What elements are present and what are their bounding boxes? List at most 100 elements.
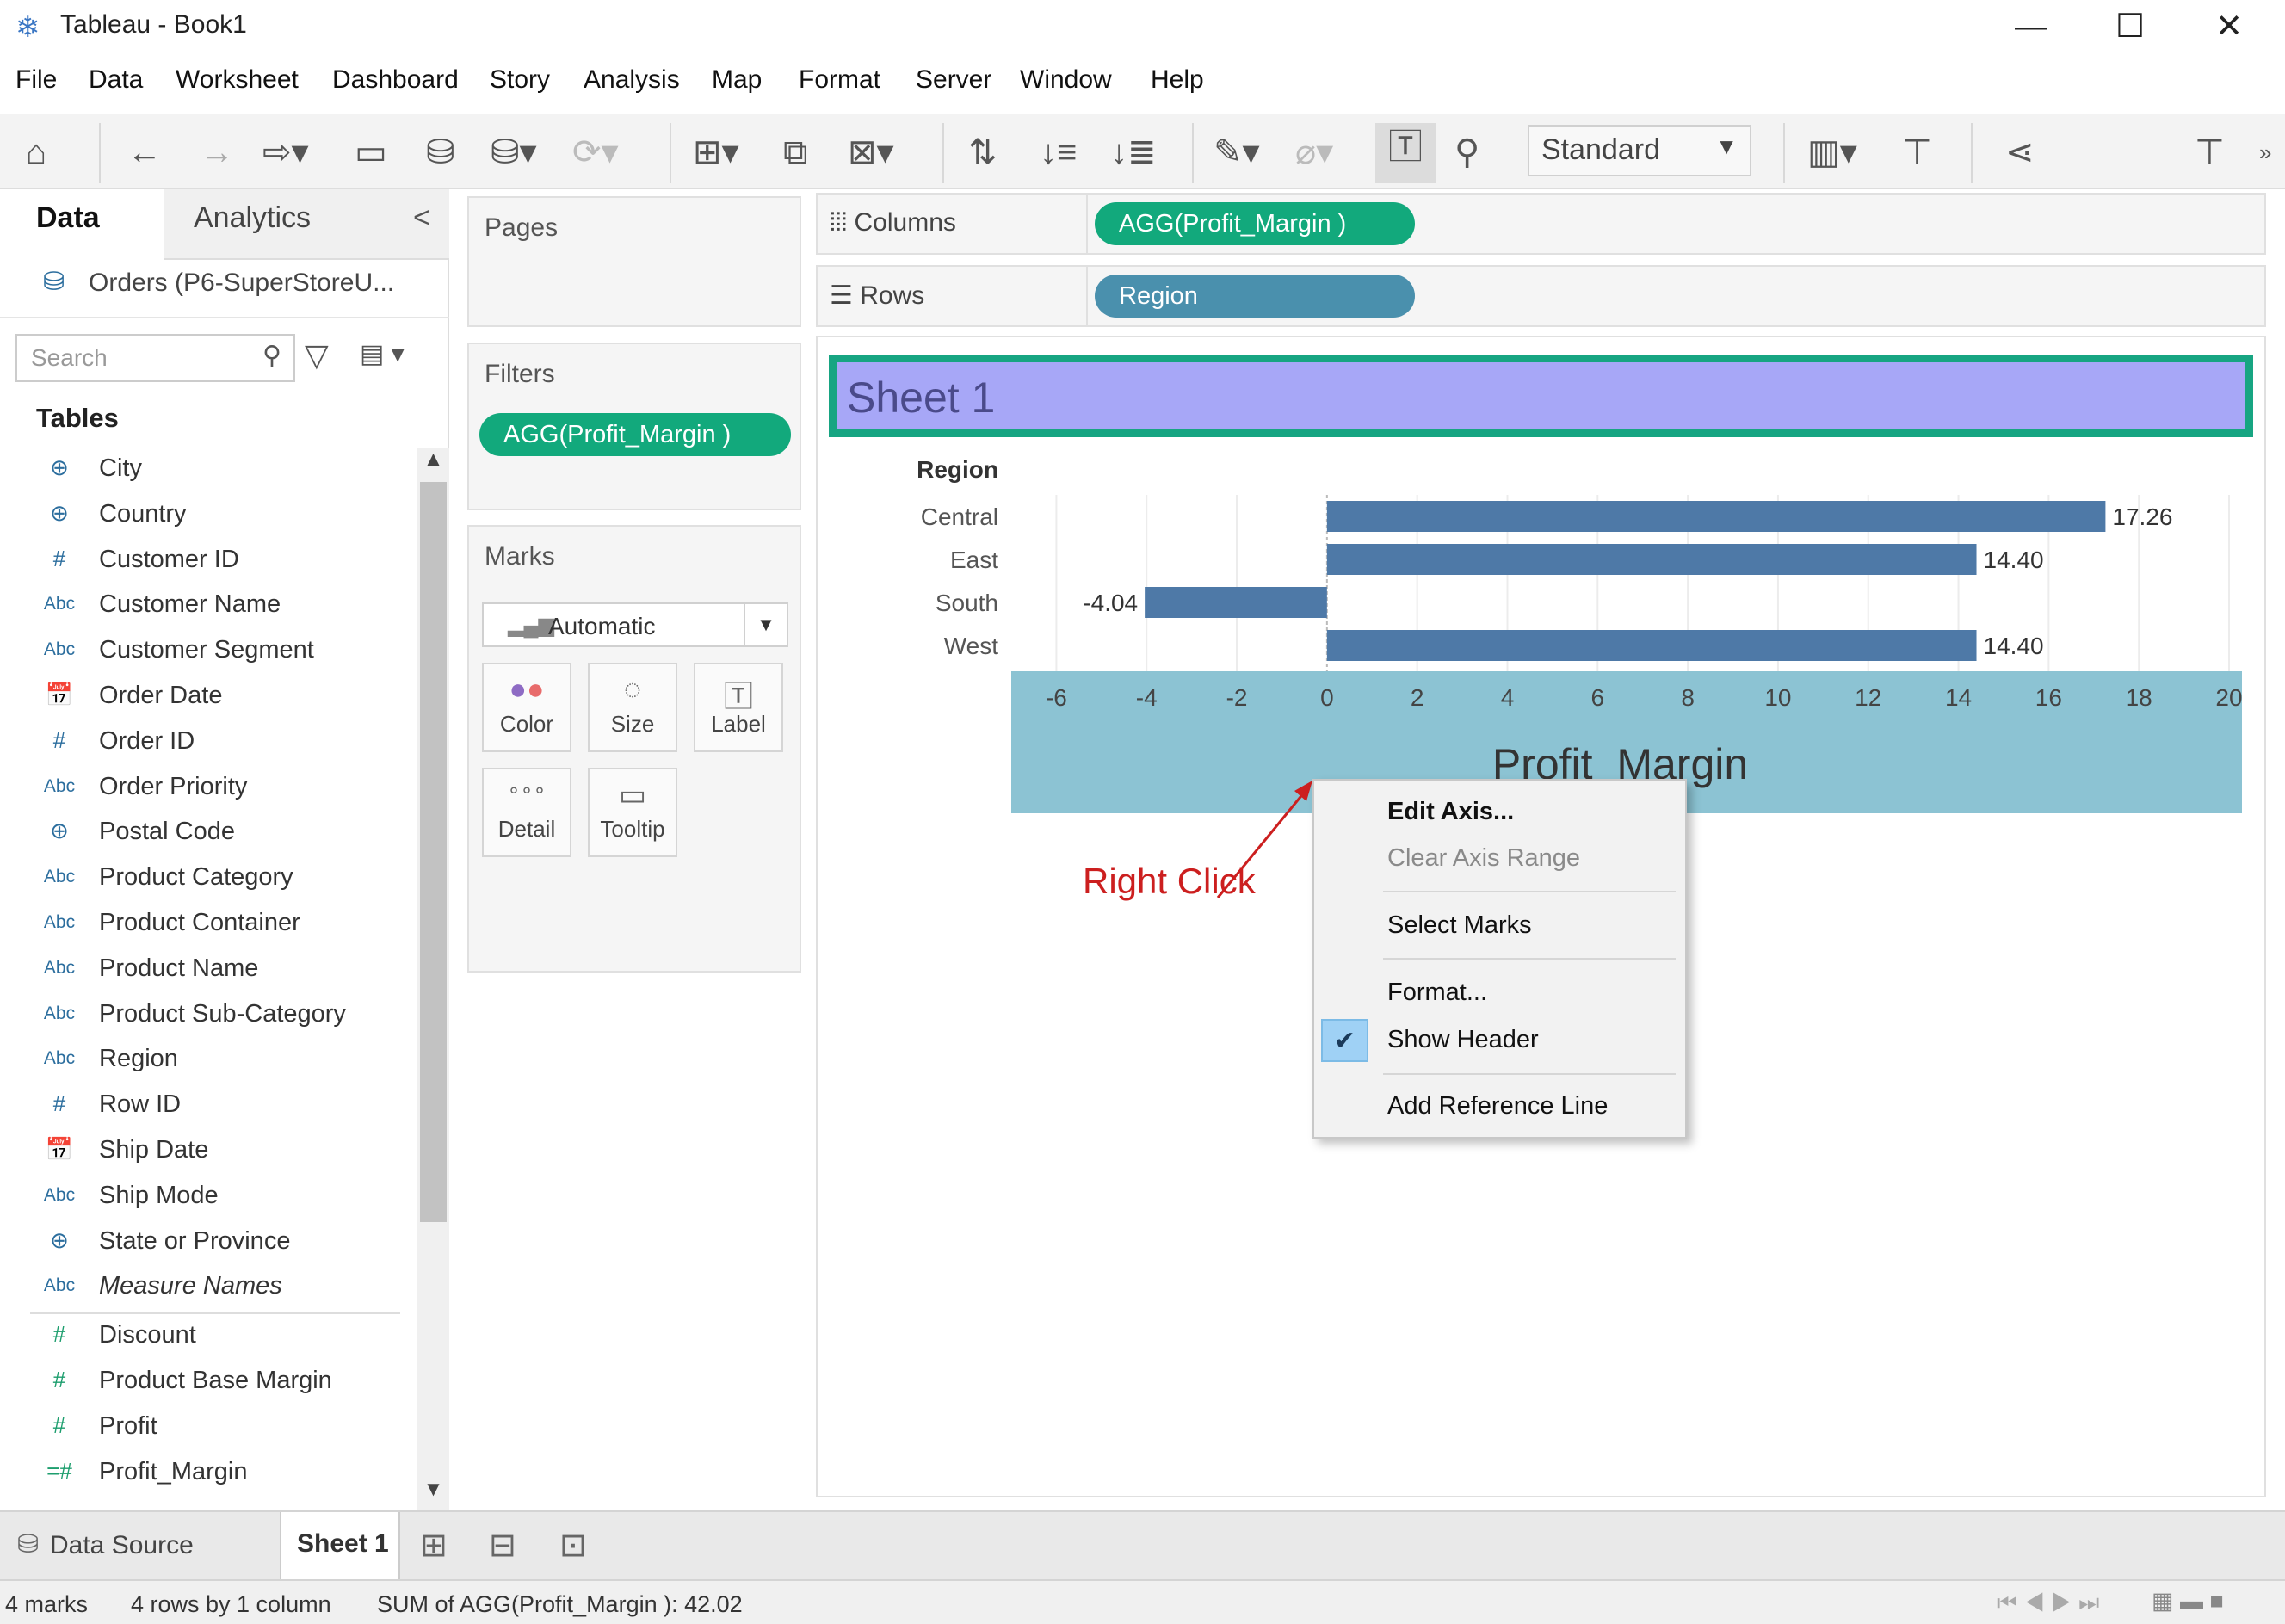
field-product-container[interactable]: Abc Product Container [0,902,405,947]
highlight-icon[interactable]: ✎▾ [1214,128,1260,176]
filter-icon[interactable]: ▽ [305,337,329,374]
show-cards-icon[interactable]: ▥▾ [1807,128,1857,176]
minimize-button[interactable]: — [1984,5,2078,48]
field-state-or-province[interactable]: ⊕ State or Province [0,1220,405,1265]
rows-pill[interactable]: Region [1095,275,1415,318]
tab-analytics[interactable]: Analytics < [164,189,449,260]
save-icon[interactable]: ▭ [355,128,387,176]
menu-worksheet[interactable]: Worksheet [176,65,299,95]
menu-format[interactable]: Format... [1387,979,1487,1007]
view-toggle-icons[interactable]: ▦ ▬ ■ [2152,1588,2224,1615]
scroll-down-icon[interactable]: ▼ [417,1478,449,1510]
field-postal-code[interactable]: ⊕ Postal Code [0,811,405,855]
replay-icon[interactable]: ⇨▾ [262,128,309,176]
format-painter-icon[interactable]: ⊤ [2195,128,2225,176]
menu-server[interactable]: Server [916,65,991,95]
clear-sheet-icon[interactable]: ⊠▾ [848,128,894,176]
color-button[interactable]: ●● Color [482,663,571,752]
show-mark-labels-icon[interactable]: 🅃 [1375,123,1436,183]
x-tick-label: -2 [1226,684,1248,711]
size-button[interactable]: ◌ Size [588,663,677,752]
group-members-icon[interactable]: ⌀▾ [1295,128,1333,176]
sort-descending-icon[interactable]: ↓≣ [1110,128,1157,176]
sheet-nav-icons[interactable]: ⏮ ◀ ▶ ⏭ [1997,1590,2099,1617]
new-story-tab-icon[interactable]: ⊡ [559,1526,587,1565]
field-order-id[interactable]: # Order ID [0,720,405,765]
fix-axes-icon[interactable]: ⚲ [1454,128,1479,176]
field-product-name[interactable]: Abc Product Name [0,948,405,992]
field-order-date[interactable]: 📅 Order Date [0,675,405,719]
sort-ascending-icon[interactable]: ↓≡ [1040,128,1077,176]
duplicate-sheet-icon[interactable]: ⧉ [783,128,808,176]
datasource-name[interactable]: Orders (P6-SuperStoreU... [89,269,394,298]
field-ship-date[interactable]: 📅 Ship Date [0,1129,405,1174]
sheet-title-box[interactable]: Sheet 1 [829,355,2253,437]
field-country[interactable]: ⊕ Country [0,493,405,538]
share-icon[interactable]: ⋖ [2005,128,2035,176]
columns-pill[interactable]: AGG(Profit_Margin ) [1095,202,1415,245]
field-profit[interactable]: # Profit [0,1405,405,1450]
field-customer-segment[interactable]: Abc Customer Segment [0,629,405,674]
search-input[interactable]: Search ⚲ [15,334,295,382]
field-city[interactable]: ⊕ City [0,448,405,492]
maximize-button[interactable]: ☐ [2083,5,2177,48]
new-dashboard-tab-icon[interactable]: ⊟ [489,1526,516,1565]
menu-select-marks[interactable]: Select Marks [1387,911,1532,940]
redo-icon[interactable]: → [200,128,234,176]
menu-help[interactable]: Help [1151,65,1204,95]
fit-select[interactable]: Standard ▼ [1528,125,1751,176]
collapse-pane-icon[interactable]: < [413,201,430,235]
mark-type-select[interactable]: ▂▄▆ Automatic ▼ [482,602,788,647]
tooltip-button[interactable]: ▭ Tooltip [588,768,677,857]
menu-file[interactable]: File [15,65,57,95]
home-icon[interactable]: ⌂ [26,128,46,176]
label-button[interactable]: 🅃 Label [694,663,783,752]
field-row-id[interactable]: # Row ID [0,1084,405,1128]
field-list-scrollbar[interactable]: ▲ ▼ [417,448,449,1510]
new-worksheet-icon[interactable]: ⊞▾ [693,128,739,176]
new-worksheet-tab-icon[interactable]: ⊞ [420,1526,448,1565]
field-product-base-margin[interactable]: # Product Base Margin [0,1360,405,1405]
filters-card[interactable]: Filters AGG(Profit_Margin ) [467,343,801,510]
field-discount[interactable]: # Discount [0,1314,405,1359]
refresh-icon[interactable]: ⟳▾ [572,128,619,176]
scroll-thumb[interactable] [420,482,447,1222]
undo-icon[interactable]: ← [127,128,162,176]
menu-dashboard[interactable]: Dashboard [332,65,459,95]
detail-button[interactable]: ∘∘∘ Detail [482,768,571,857]
swap-icon[interactable]: ⇅ [968,128,997,176]
field-customer-id[interactable]: # Customer ID [0,539,405,584]
field-region[interactable]: Abc Region [0,1038,405,1083]
field-product-category[interactable]: Abc Product Category [0,856,405,901]
columns-shelf[interactable]: ⦙⦙⦙ Columns AGG(Profit_Margin ) [816,193,2266,255]
scroll-up-icon[interactable]: ▲ [417,448,449,480]
menu-add-reference-line[interactable]: Add Reference Line [1387,1092,1608,1121]
filter-pill[interactable]: AGG(Profit_Margin ) [479,413,791,456]
presentation-mode-icon[interactable]: ⊤ [1902,128,1932,176]
more-chevron-icon[interactable]: » [2259,128,2271,176]
tab-sheet-1[interactable]: Sheet 1 [280,1512,400,1579]
field-order-priority[interactable]: Abc Order Priority [0,766,405,811]
pause-updates-icon[interactable]: ⛁▾ [491,128,537,176]
menu-window[interactable]: Window [1020,65,1112,95]
menu-map[interactable]: Map [712,65,762,95]
menu-story[interactable]: Story [490,65,550,95]
field-profit-margin[interactable]: =# Profit_Margin [0,1451,405,1496]
new-datasource-icon[interactable]: ⛁ [426,128,455,176]
tab-data-source[interactable]: ⛁ Data Source [0,1512,275,1579]
rows-shelf[interactable]: ☰ Rows Region [816,265,2266,327]
field-product-sub-category[interactable]: Abc Product Sub-Category [0,993,405,1038]
menu-edit-axis[interactable]: Edit Axis... [1387,798,1514,826]
menu-format[interactable]: Format [799,65,880,95]
tab-data[interactable]: Data [0,189,164,260]
close-button[interactable]: ✕ [2182,5,2276,48]
menu-clear-axis-range: Clear Axis Range [1387,844,1581,872]
field-customer-name[interactable]: Abc Customer Name [0,584,405,628]
field-measure-names[interactable]: Abc Measure Names [0,1265,405,1310]
pages-card[interactable]: Pages [467,196,801,327]
view-options-icon[interactable]: ▤ ▾ [360,339,405,369]
menu-data[interactable]: Data [89,65,143,95]
field-ship-mode[interactable]: Abc Ship Mode [0,1175,405,1220]
menu-analysis[interactable]: Analysis [584,65,680,95]
menu-show-header[interactable]: Show Header [1387,1026,1539,1054]
